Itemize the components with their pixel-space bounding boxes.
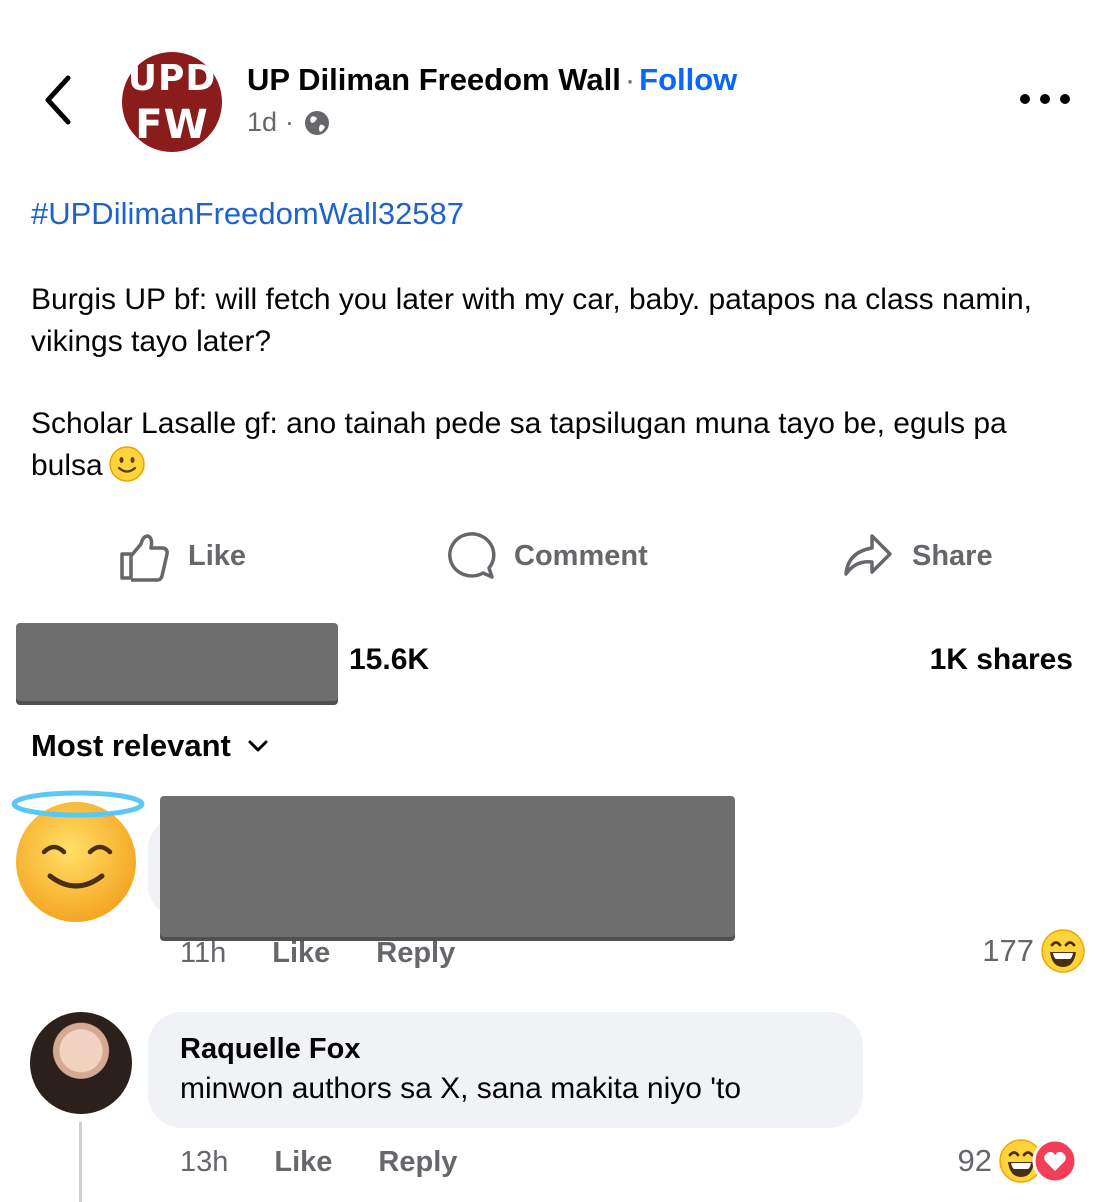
comment-like-button[interactable]: Like — [272, 937, 330, 970]
comment-bubble — [148, 1012, 863, 1128]
post-hashtag[interactable]: #UPDilimanFreedomWall32587 — [31, 196, 464, 232]
comment-button[interactable]: Comment — [444, 528, 648, 584]
post-time[interactable]: 1d — [247, 107, 277, 138]
slightly-smiling-face-emoji — [108, 446, 145, 494]
post-meta: 1d · — [247, 107, 332, 138]
comment-actions: 13h Like Reply — [180, 1146, 457, 1179]
redacted-comment — [160, 796, 735, 937]
redacted-reactions — [16, 623, 338, 701]
comment-reply-button[interactable]: Reply — [378, 1146, 457, 1179]
separator: · — [624, 62, 636, 97]
post-paragraph: Scholar Lasalle gf: ano tainah pede sa t… — [31, 403, 1081, 494]
back-button[interactable] — [40, 72, 80, 128]
globe-icon — [305, 110, 330, 135]
thumbs-up-icon — [120, 534, 169, 582]
speech-bubble-icon — [448, 532, 496, 579]
share-button[interactable]: Share — [842, 528, 993, 584]
chevron-left-icon — [45, 75, 71, 125]
comment-actions: 11h Like Reply — [180, 937, 455, 970]
shares-count[interactable]: 1K shares — [930, 643, 1073, 677]
share-arrow-icon — [844, 534, 892, 576]
comment-text: minwon authors sa X, sana makita niyo 't… — [180, 1072, 742, 1105]
avatar[interactable] — [30, 1012, 132, 1114]
reactions-count[interactable]: 15.6K — [349, 643, 429, 677]
page-logo[interactable]: UPD FW — [122, 52, 222, 152]
comment-time[interactable]: 13h — [180, 1146, 228, 1179]
sort-dropdown[interactable]: Most relevant — [31, 728, 269, 764]
post-text: Burgis UP bf: will fetch you later with … — [31, 279, 1081, 534]
laughing-emoji — [1041, 929, 1085, 973]
post-paragraph: Burgis UP bf: will fetch you later with … — [31, 283, 1033, 358]
comment-reactions[interactable]: 92 — [958, 1138, 1078, 1184]
chevron-down-icon — [248, 740, 268, 752]
comment-reactions[interactable]: 177 — [982, 928, 1086, 974]
meta-separator: · — [285, 107, 295, 137]
page-name[interactable]: UP Diliman Freedom Wall — [247, 62, 621, 97]
like-button[interactable]: Like — [118, 528, 246, 584]
thread-line — [79, 1122, 82, 1202]
more-dots-icon — [1020, 94, 1070, 104]
comment-like-button[interactable]: Like — [274, 1146, 332, 1179]
comment-time[interactable]: 11h — [180, 937, 226, 970]
heart-emoji — [1032, 1138, 1078, 1184]
follow-button[interactable]: Follow — [639, 62, 737, 97]
comment-author[interactable]: Raquelle Fox — [180, 1033, 361, 1066]
smiling-face-with-halo-emoji[interactable] — [10, 790, 146, 924]
comment-reply-button[interactable]: Reply — [376, 937, 455, 970]
more-options-button[interactable] — [1018, 88, 1072, 110]
